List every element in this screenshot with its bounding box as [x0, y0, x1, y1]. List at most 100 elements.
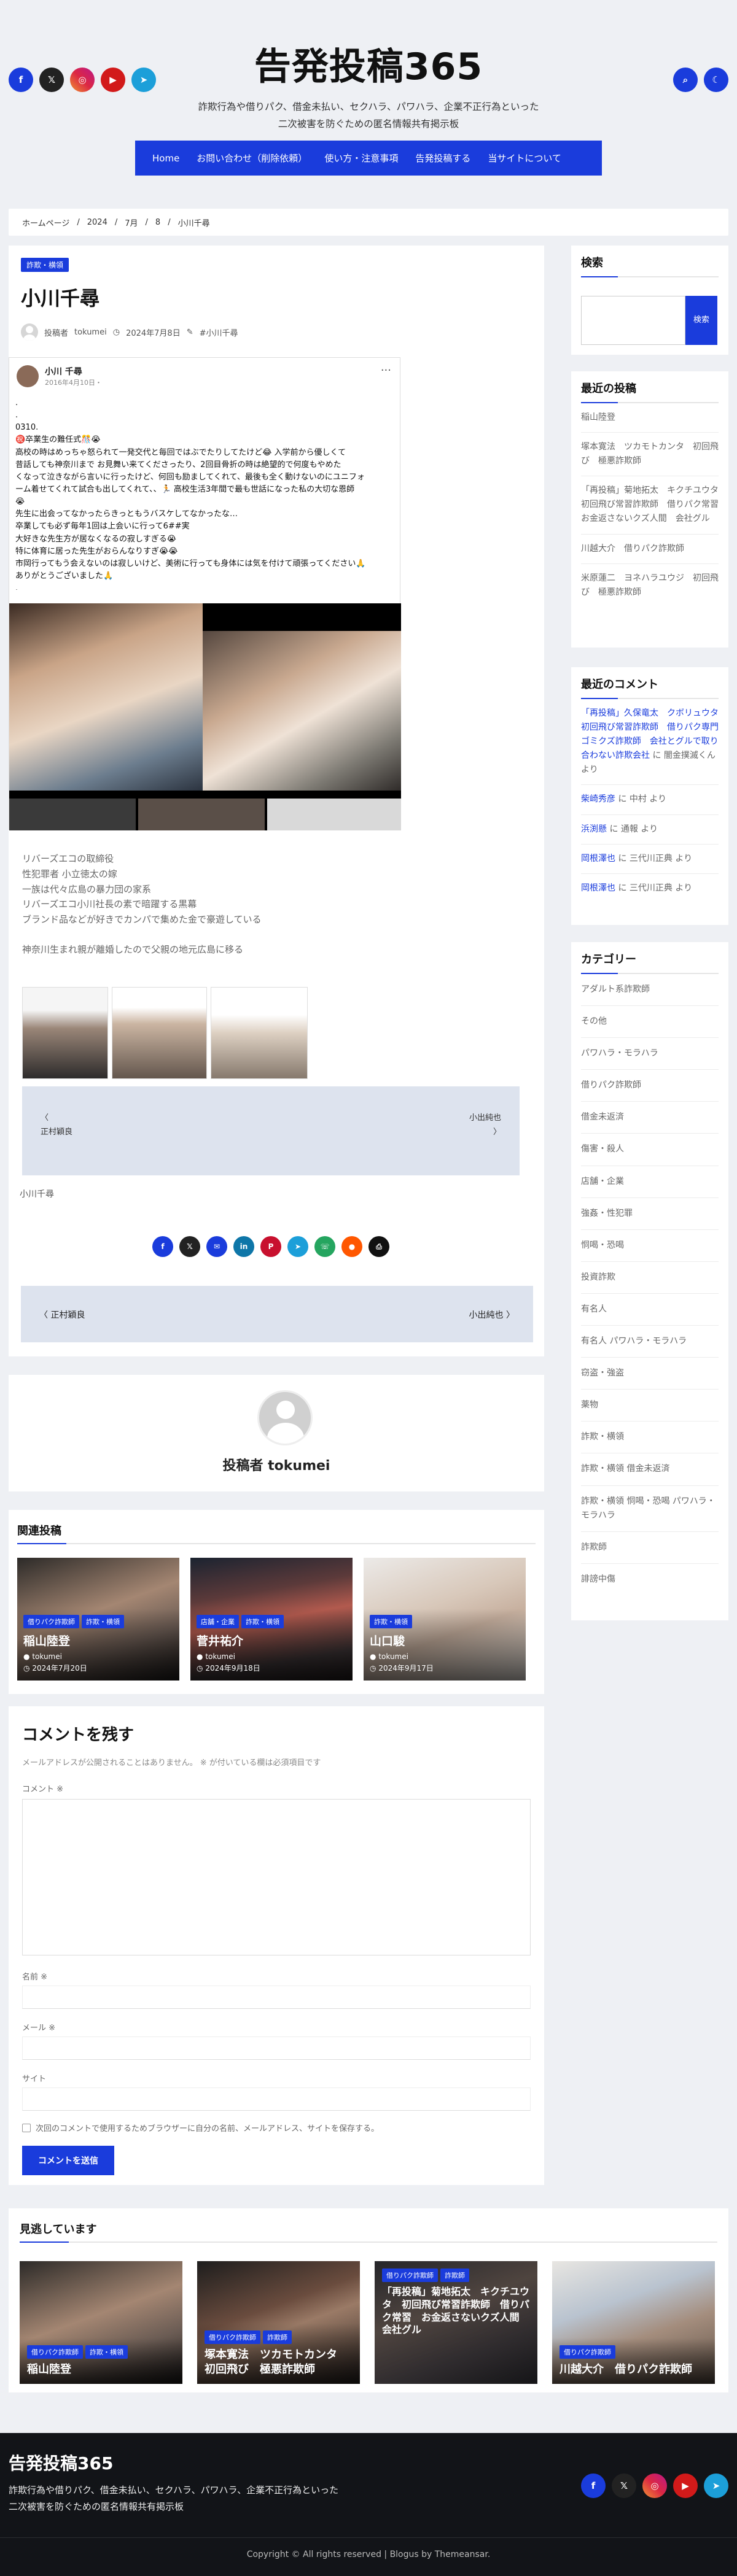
- breadcrumb-month[interactable]: 7月: [125, 217, 138, 228]
- share-facebook-icon[interactable]: f: [152, 1236, 173, 1257]
- category-badge[interactable]: 詐欺・横領: [370, 1614, 412, 1628]
- missed-post-title[interactable]: 川越大介 借りパク詐欺師: [560, 2362, 708, 2377]
- category-link[interactable]: 強姦・性犯罪: [581, 1198, 719, 1230]
- category-link[interactable]: 有名人 パワハラ・モラハラ: [581, 1326, 719, 1358]
- category-badge[interactable]: 店舗・企業: [197, 1614, 239, 1628]
- category-badge[interactable]: 詐欺・横領: [85, 2345, 128, 2359]
- inline-next-post[interactable]: 小出純也 〉: [469, 1111, 501, 1140]
- category-link[interactable]: 店舗・企業: [581, 1166, 719, 1198]
- related-post-date[interactable]: 2024年9月18日: [205, 1664, 260, 1673]
- category-badge[interactable]: 借りパク詐欺師: [382, 2269, 438, 2282]
- category-link[interactable]: 投資詐欺: [581, 1262, 719, 1294]
- related-post-author[interactable]: tokumei: [32, 1652, 62, 1661]
- related-post-author[interactable]: tokumei: [378, 1652, 408, 1661]
- category-link[interactable]: 詐欺・横領 借金未返済: [581, 1453, 719, 1486]
- author-link[interactable]: tokumei: [74, 328, 107, 337]
- missed-post-card[interactable]: 借りパク詐欺師 詐欺・横領 稲山陸登: [20, 2261, 182, 2384]
- thumbnail-image[interactable]: [22, 987, 108, 1079]
- nav-usage[interactable]: 使い方・注意事項: [316, 152, 407, 164]
- post-tag-footer[interactable]: 小川千尋: [20, 1188, 54, 1200]
- category-link[interactable]: その他: [581, 1006, 719, 1039]
- category-link[interactable]: アダルト系詐欺師: [581, 974, 719, 1007]
- save-info-checkbox[interactable]: [22, 2123, 31, 2132]
- recent-post-link[interactable]: 塚本寛法 ツカモトカンタ 初回飛び 極悪詐欺師: [581, 433, 719, 477]
- category-link[interactable]: 有名人: [581, 1294, 719, 1326]
- recent-comment-post-link[interactable]: 柴崎秀彦: [581, 794, 615, 804]
- missed-post-card[interactable]: 借りパク詐欺師 川越大介 借りパク詐欺師: [552, 2261, 715, 2384]
- share-whatsapp-icon[interactable]: ☏: [314, 1236, 335, 1257]
- category-badge[interactable]: 詐欺師: [263, 2330, 292, 2345]
- related-post-title[interactable]: 山口駿: [370, 1632, 520, 1649]
- related-post-date[interactable]: 2024年7月20日: [32, 1664, 87, 1673]
- twitter-icon[interactable]: 𝕏: [612, 2474, 636, 2498]
- recent-comment-post-link[interactable]: 岡根澤也: [581, 854, 615, 864]
- nav-contact[interactable]: お問い合わせ（削除依頼）: [188, 152, 316, 164]
- post-date[interactable]: 2024年7月8日: [126, 327, 181, 338]
- category-link[interactable]: 詐欺・横領: [581, 1421, 719, 1454]
- dark-mode-toggle-icon[interactable]: ☾: [704, 68, 728, 92]
- website-field[interactable]: [22, 2087, 531, 2111]
- facebook-icon[interactable]: f: [581, 2474, 606, 2498]
- nav-home[interactable]: Home: [144, 153, 188, 164]
- share-reddit-icon[interactable]: ●: [341, 1236, 362, 1257]
- recent-comment-post-link[interactable]: 浜渕懸: [581, 824, 607, 834]
- nav-about[interactable]: 当サイトについて: [479, 152, 570, 164]
- share-email-icon[interactable]: ✉: [206, 1236, 227, 1257]
- share-telegram-icon[interactable]: ➤: [287, 1236, 308, 1257]
- share-pinterest-icon[interactable]: P: [260, 1236, 281, 1257]
- share-twitter-icon[interactable]: 𝕏: [179, 1236, 200, 1257]
- related-post-card[interactable]: 借りパク詐欺師 詐欺・横領 稲山陸登 ● tokumei ◷ 2024年7月20日: [17, 1558, 179, 1681]
- category-badge[interactable]: 借りパク詐欺師: [205, 2330, 260, 2345]
- author-avatar[interactable]: [21, 323, 38, 341]
- missed-post-title[interactable]: 塚本寛法 ツカモトカンタ 初回飛び 極悪詐欺師: [205, 2348, 353, 2377]
- author-box-name[interactable]: 投稿者 tokumei: [9, 1455, 544, 1474]
- search-input[interactable]: [581, 296, 685, 345]
- category-link[interactable]: 窃盗・強盗: [581, 1358, 719, 1390]
- related-post-title[interactable]: 稲山陸登: [23, 1632, 173, 1649]
- recent-post-link[interactable]: 川越大介 借りパク詐欺師: [581, 535, 719, 564]
- missed-post-card[interactable]: 借りパク詐欺師 詐欺師 「再投稿」菊地拓太 キクチユウタ 初回飛び常習詐欺師 借り…: [375, 2261, 537, 2384]
- nav-submit-post[interactable]: 告発投稿する: [407, 152, 479, 164]
- search-icon[interactable]: ⌕: [673, 68, 698, 92]
- recent-post-link[interactable]: 米原蓮二 ヨネハラユウジ 初回飛び 極悪詐欺師: [581, 564, 719, 607]
- share-linkedin-icon[interactable]: in: [233, 1236, 254, 1257]
- category-link[interactable]: 借りパク詐欺師: [581, 1070, 719, 1102]
- submit-comment-button[interactable]: コメントを送信: [22, 2146, 114, 2175]
- related-post-card[interactable]: 店舗・企業 詐欺・横領 菅井祐介 ● tokumei ◷ 2024年9月18日: [190, 1558, 353, 1681]
- instagram-icon[interactable]: ◎: [642, 2474, 667, 2498]
- category-badge[interactable]: 詐欺師: [440, 2269, 469, 2282]
- category-badge[interactable]: 詐欺・横領: [82, 1614, 124, 1628]
- post-tag-link[interactable]: #小川千尋: [200, 327, 238, 338]
- related-post-title[interactable]: 菅井祐介: [197, 1632, 346, 1649]
- related-post-date[interactable]: 2024年9月17日: [378, 1664, 433, 1673]
- share-print-icon[interactable]: ⎙: [368, 1236, 389, 1257]
- category-badge[interactable]: 借りパク詐欺師: [23, 1614, 79, 1628]
- prev-post-link[interactable]: 〈 正村穎良: [39, 1309, 85, 1321]
- category-link[interactable]: 詐欺・横領 恫喝・恐喝 パワハラ・モラハラ: [581, 1486, 719, 1532]
- missed-post-card[interactable]: 借りパク詐欺師 詐欺師 塚本寛法 ツカモトカンタ 初回飛び 極悪詐欺師: [197, 2261, 360, 2384]
- author-box-avatar[interactable]: [257, 1390, 313, 1445]
- related-post-card[interactable]: 詐欺・横領 山口駿 ● tokumei ◷ 2024年9月17日: [364, 1558, 526, 1681]
- related-post-author[interactable]: tokumei: [205, 1652, 235, 1661]
- category-badge[interactable]: 詐欺・横領: [241, 1614, 284, 1628]
- category-badge[interactable]: 借りパク詐欺師: [560, 2345, 615, 2359]
- recent-post-link[interactable]: 稲山陸登: [581, 403, 719, 433]
- breadcrumb-home[interactable]: ホームページ: [22, 217, 69, 228]
- category-link[interactable]: パワハラ・モラハラ: [581, 1038, 719, 1070]
- post-category-badge[interactable]: 詐欺・横領: [21, 258, 69, 272]
- next-post-link[interactable]: 小出純也 〉: [469, 1309, 515, 1321]
- youtube-icon[interactable]: ▶: [673, 2474, 698, 2498]
- category-badge[interactable]: 借りパク詐欺師: [27, 2345, 83, 2359]
- recent-post-link[interactable]: 「再投稿」菊地拓太 キクチユウタ 初回飛び常習詐欺師 借りパク常習 お金返さない…: [581, 476, 727, 535]
- telegram-icon[interactable]: ➤: [704, 2474, 728, 2498]
- name-field[interactable]: [22, 1986, 531, 2009]
- recent-comment-post-link[interactable]: 岡根澤也: [581, 883, 615, 893]
- comment-textarea[interactable]: [22, 1799, 531, 1955]
- missed-post-title[interactable]: 「再投稿」菊地拓太 キクチユウタ 初回飛び常習詐欺師 借りパク常習 お金返さない…: [382, 2286, 530, 2337]
- category-link[interactable]: 借金未返済: [581, 1102, 719, 1134]
- thumbnail-image[interactable]: [112, 987, 207, 1079]
- inline-prev-post[interactable]: 〈 正村穎良: [41, 1111, 72, 1140]
- search-button[interactable]: 検索: [685, 296, 717, 345]
- category-link[interactable]: 傷害・殺人: [581, 1134, 719, 1166]
- missed-post-title[interactable]: 稲山陸登: [27, 2362, 175, 2377]
